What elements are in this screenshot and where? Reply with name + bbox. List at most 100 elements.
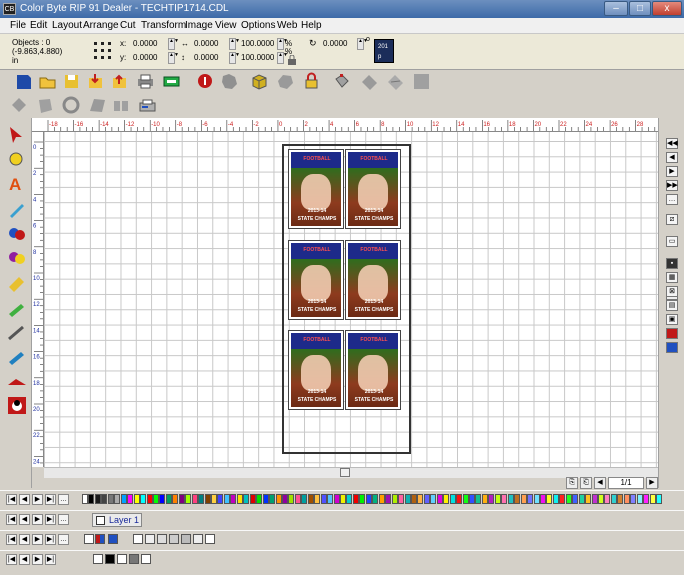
palette-swatch[interactable] bbox=[643, 494, 650, 504]
palette-swatch[interactable] bbox=[211, 494, 217, 504]
plotter-icon[interactable] bbox=[138, 96, 157, 115]
palette-swatch[interactable] bbox=[230, 494, 237, 504]
menu-options[interactable]: Options bbox=[241, 20, 275, 31]
palette-swatch[interactable] bbox=[236, 494, 243, 504]
palette-swatch[interactable] bbox=[456, 494, 463, 504]
palette-swatch[interactable] bbox=[320, 494, 327, 504]
palette-last-button[interactable]: ▶| bbox=[45, 494, 56, 505]
palette-swatch[interactable] bbox=[269, 494, 276, 504]
palette-swatch[interactable] bbox=[488, 494, 495, 504]
weed-border-icon[interactable] bbox=[220, 72, 239, 91]
close-button[interactable]: x bbox=[652, 1, 682, 16]
palette-swatch[interactable] bbox=[417, 494, 424, 504]
palette-swatch[interactable] bbox=[423, 494, 430, 504]
layer-first-button[interactable]: |◀ bbox=[6, 514, 17, 525]
outline-light-icon[interactable] bbox=[141, 554, 151, 564]
palette-swatch[interactable] bbox=[217, 494, 224, 504]
layer-prev-button[interactable]: ◀ bbox=[19, 514, 30, 525]
palette-swatch[interactable] bbox=[462, 494, 469, 504]
menu-layout[interactable]: Layout bbox=[52, 20, 82, 31]
layer-tab[interactable]: Layer 1 bbox=[92, 513, 142, 527]
fill-pattern-icon-1[interactable] bbox=[133, 534, 143, 544]
palette-swatch[interactable] bbox=[82, 494, 88, 504]
page-prev-button[interactable]: ◀ bbox=[594, 477, 606, 489]
palette-swatch[interactable] bbox=[598, 494, 604, 504]
new-document-icon[interactable] bbox=[14, 72, 33, 91]
palette-swatch[interactable] bbox=[604, 494, 611, 504]
fill-pattern-icon-4[interactable] bbox=[169, 534, 179, 544]
pattern-icon-1[interactable]: ▦ bbox=[666, 272, 678, 283]
send-to-rip-icon[interactable] bbox=[162, 72, 181, 91]
palette-swatch[interactable] bbox=[159, 494, 166, 504]
layer-next-button[interactable]: ▶ bbox=[32, 514, 43, 525]
last-page-button[interactable]: ▶▶ bbox=[666, 180, 678, 191]
menu-edit[interactable]: Edit bbox=[30, 20, 47, 31]
outline-white-icon[interactable] bbox=[117, 554, 127, 564]
palette-swatch[interactable] bbox=[249, 494, 256, 504]
menu-transform[interactable]: Transform bbox=[141, 20, 186, 31]
palette-swatch[interactable] bbox=[307, 494, 314, 504]
align-icon[interactable] bbox=[36, 96, 55, 115]
palette-swatch[interactable] bbox=[481, 494, 488, 504]
palette-swatch[interactable] bbox=[552, 494, 559, 504]
transform-icon[interactable] bbox=[10, 96, 29, 115]
swatch-black-icon[interactable]: ▪ bbox=[666, 258, 678, 269]
outline-first-button[interactable]: |◀ bbox=[6, 554, 17, 565]
maximize-button[interactable]: □ bbox=[629, 1, 651, 16]
pattern-icon-4[interactable]: ▣ bbox=[666, 314, 678, 325]
palette-swatch[interactable] bbox=[372, 494, 379, 504]
poster-thumbnail[interactable]: FOOTBALL 2013-14 STATE CHAMPS bbox=[345, 149, 401, 229]
palette-swatch[interactable] bbox=[430, 494, 437, 504]
height-field[interactable]: 0.0000 bbox=[194, 53, 218, 62]
palette-swatch[interactable] bbox=[243, 494, 250, 504]
palette-next-button[interactable]: ▶ bbox=[32, 494, 43, 505]
palette-swatch[interactable] bbox=[527, 494, 534, 504]
width-spinner[interactable]: ▲▼ bbox=[229, 38, 240, 50]
palette-swatch[interactable] bbox=[391, 494, 398, 504]
fill-more-button[interactable]: … bbox=[58, 534, 69, 545]
palette-swatch[interactable] bbox=[494, 494, 501, 504]
menu-help[interactable]: Help bbox=[301, 20, 322, 31]
outline-prev-button[interactable]: ◀ bbox=[19, 554, 30, 565]
ungroup-icon[interactable] bbox=[386, 72, 405, 91]
menu-view[interactable]: View bbox=[215, 20, 237, 31]
fill-first-button[interactable]: |◀ bbox=[6, 534, 17, 545]
palette-swatch[interactable] bbox=[140, 494, 147, 504]
open-folder-icon[interactable] bbox=[38, 72, 57, 91]
bitmap-tool-icon[interactable] bbox=[5, 370, 27, 391]
cut-contour-icon[interactable] bbox=[196, 72, 215, 91]
menu-file[interactable]: File bbox=[10, 20, 26, 31]
shape-tool-icon[interactable] bbox=[276, 72, 295, 91]
palette-swatch[interactable] bbox=[107, 494, 114, 504]
palette-swatch[interactable] bbox=[623, 494, 630, 504]
menu-cut[interactable]: Cut bbox=[120, 20, 136, 31]
pattern-icon-2[interactable]: ⊠ bbox=[666, 286, 678, 297]
node-edit-tool-icon[interactable] bbox=[5, 148, 27, 169]
palette-swatch[interactable] bbox=[114, 494, 121, 504]
outline-last-button[interactable]: ▶| bbox=[45, 554, 56, 565]
palette-swatch[interactable] bbox=[340, 494, 346, 504]
palette-swatch[interactable] bbox=[262, 494, 269, 504]
palette-swatch[interactable] bbox=[178, 494, 185, 504]
poster-thumbnail[interactable]: FOOTBALL 2013-14 STATE CHAMPS bbox=[345, 330, 401, 410]
palette-swatch[interactable] bbox=[533, 494, 540, 504]
palette-swatch[interactable] bbox=[578, 494, 585, 504]
palette-swatch[interactable] bbox=[146, 494, 153, 504]
scale-x-spinner[interactable]: ▲▼ bbox=[277, 38, 288, 50]
palette-swatch[interactable] bbox=[172, 494, 179, 504]
palette-swatch[interactable] bbox=[385, 494, 392, 504]
rotation-spinner[interactable]: ▲▼ bbox=[357, 38, 368, 50]
fill-pattern-icon-7[interactable] bbox=[205, 534, 215, 544]
palette-swatch[interactable] bbox=[404, 494, 411, 504]
fill-color-icon[interactable] bbox=[95, 534, 105, 544]
skew-icon[interactable] bbox=[88, 96, 107, 115]
fill-blue-icon[interactable] bbox=[108, 534, 118, 544]
scale-y-field[interactable]: 100.0000 bbox=[241, 53, 274, 62]
lock-ratio-icon[interactable] bbox=[287, 54, 297, 65]
palette-swatch[interactable] bbox=[572, 494, 579, 504]
x-spinner[interactable]: ▲▼ bbox=[168, 38, 179, 50]
palette-swatch[interactable] bbox=[546, 494, 553, 504]
preview-badge[interactable]: 201 p bbox=[374, 39, 394, 63]
palette-swatch[interactable] bbox=[165, 494, 172, 504]
print-icon[interactable] bbox=[136, 72, 155, 91]
